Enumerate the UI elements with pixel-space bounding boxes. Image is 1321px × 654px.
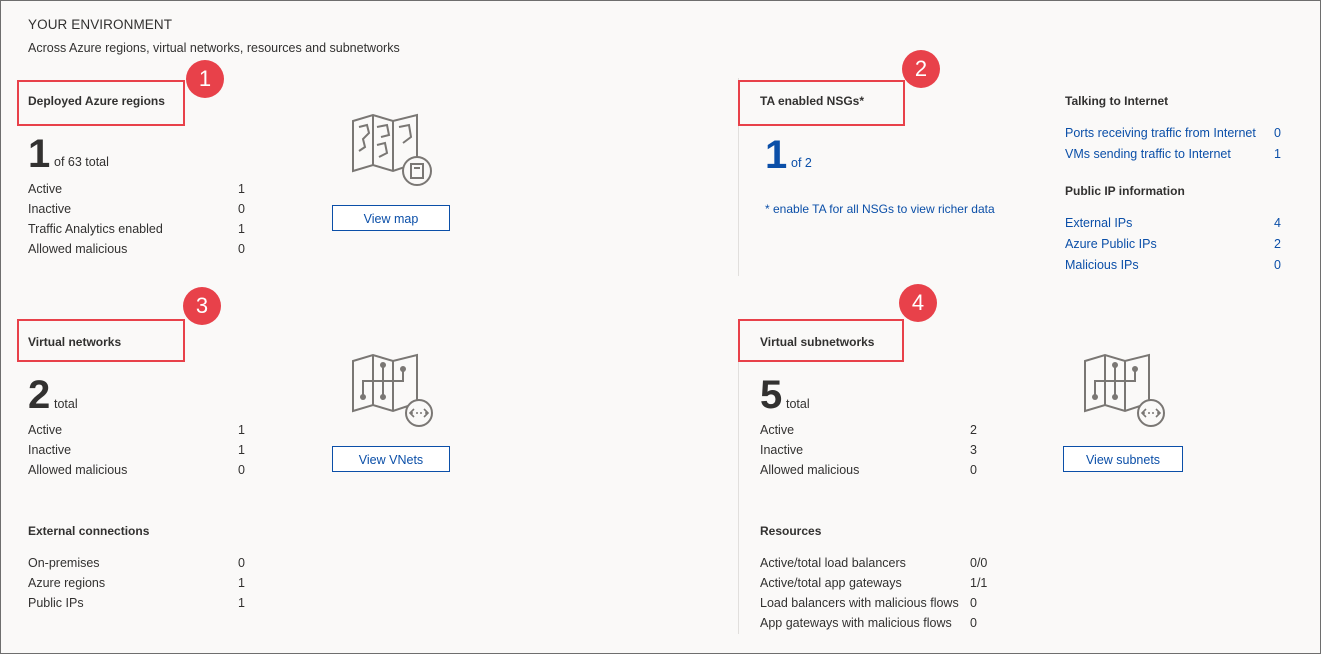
view-vnets-button[interactable]: View VNets	[332, 446, 450, 472]
stat-value: 0	[238, 202, 245, 216]
stat-value: 2	[970, 423, 977, 437]
enable-ta-link[interactable]: * enable TA for all NSGs to view richer …	[765, 202, 995, 216]
stat-value: 3	[970, 443, 977, 457]
environment-panel: YOUR ENVIRONMENT Across Azure regions, v…	[0, 0, 1321, 654]
view-subnets-button[interactable]: View subnets	[1063, 446, 1183, 472]
section-title-subnets: Virtual subnetworks	[760, 335, 875, 349]
section-title-internet: Talking to Internet	[1065, 94, 1169, 108]
network-map-icon	[352, 353, 433, 427]
stat-value: 0/0	[970, 556, 988, 570]
stat-label: Azure regions	[28, 576, 106, 590]
stat-label: Traffic Analytics enabled	[28, 222, 163, 236]
stat-value: 0	[238, 556, 245, 570]
stat-label: Active	[28, 423, 63, 437]
stat-value: 4	[1274, 216, 1281, 230]
stat-value: 1	[238, 423, 245, 437]
stat-value: 1	[1274, 147, 1281, 161]
regions-count: 1	[28, 132, 51, 176]
stat-value: 1/1	[970, 576, 988, 590]
map-icon	[352, 113, 432, 186]
stat-label: Inactive	[28, 202, 72, 216]
stat-value: 0	[970, 616, 977, 630]
stat-value: 1	[238, 596, 245, 610]
section-title-regions: Deployed Azure regions	[28, 94, 165, 108]
stat-label: Azure Public IPs	[1065, 237, 1157, 251]
stat-value: 0	[1274, 126, 1281, 140]
stat-value: 1	[238, 222, 245, 236]
stat-value: 0	[970, 596, 977, 610]
stat-label: External IPs	[1065, 216, 1133, 230]
view-map-button[interactable]: View map	[332, 205, 450, 231]
divider	[738, 319, 739, 634]
stat-label: Active/total load balancers	[760, 556, 906, 570]
stat-label: Active	[28, 182, 63, 196]
annotation-badge: 2	[902, 50, 940, 88]
stat-label: On-premises	[28, 556, 100, 570]
section-title-external: External connections	[28, 524, 150, 538]
stat-label: Active/total app gateways	[760, 576, 902, 590]
nsg-count-suffix: of 2	[791, 156, 812, 170]
stat-label: Allowed malicious	[28, 463, 128, 477]
stat-value: 2	[1274, 237, 1281, 251]
stat-value: 0	[238, 463, 245, 477]
vnets-count: 2	[28, 373, 51, 417]
stat-value: 0	[1274, 258, 1281, 272]
annotation-badge: 3	[183, 287, 221, 325]
stat-label: Active	[760, 423, 795, 437]
page-subtitle: Across Azure regions, virtual networks, …	[28, 41, 400, 55]
stat-label: Load balancers with malicious flows	[760, 596, 959, 610]
stat-value: 0	[238, 242, 245, 256]
stat-value: 1	[238, 443, 245, 457]
stat-label: Allowed malicious	[760, 463, 860, 477]
annotation-badge: 4	[899, 284, 937, 322]
vnets-count-suffix: total	[54, 397, 78, 411]
regions-count-suffix: of 63 total	[54, 155, 109, 169]
stat-value: 1	[238, 182, 245, 196]
stat-label: Public IPs	[28, 596, 84, 610]
annotation-badge: 1	[186, 60, 224, 98]
section-title-public-ip: Public IP information	[1065, 184, 1185, 198]
stat-label: Inactive	[760, 443, 804, 457]
nsg-count: 1	[765, 133, 788, 177]
stat-label: VMs sending traffic to Internet	[1065, 147, 1231, 161]
subnet-map-icon	[1084, 353, 1165, 427]
stat-label: Allowed malicious	[28, 242, 128, 256]
subnets-count: 5	[760, 373, 783, 417]
stat-value: 0	[970, 463, 977, 477]
subnets-count-suffix: total	[786, 397, 810, 411]
stat-label: App gateways with malicious flows	[760, 616, 952, 630]
stat-label: Malicious IPs	[1065, 258, 1139, 272]
stat-label: Ports receiving traffic from Internet	[1065, 126, 1256, 140]
section-title-nsgs: TA enabled NSGs*	[760, 94, 865, 108]
section-title-resources: Resources	[760, 524, 822, 538]
stat-label: Inactive	[28, 443, 72, 457]
page-title: YOUR ENVIRONMENT	[28, 17, 173, 32]
section-title-vnets: Virtual networks	[28, 335, 122, 349]
stat-value: 1	[238, 576, 245, 590]
